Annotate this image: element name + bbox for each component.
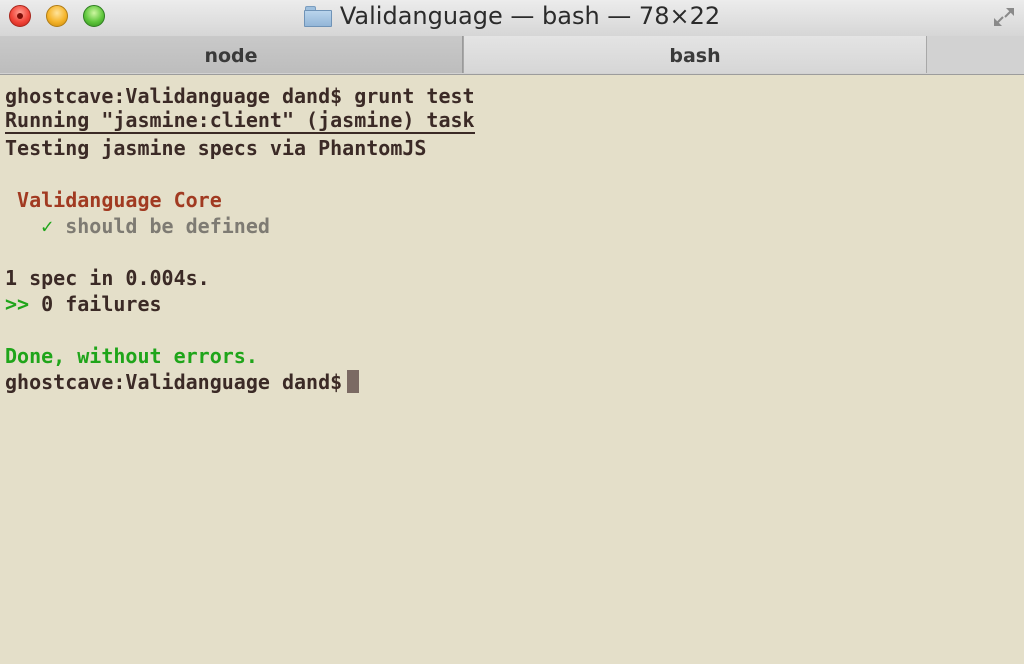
fullscreen-arrows-icon[interactable] bbox=[992, 6, 1016, 28]
command-line: ghostcave:Validanguage dand$ grunt test bbox=[5, 84, 475, 108]
text-cursor bbox=[347, 370, 360, 393]
tab-bash[interactable]: bash bbox=[463, 36, 927, 73]
suite-label: Validanguage Core bbox=[17, 188, 222, 212]
window-title: Validanguage — bash — 78×22 bbox=[0, 0, 1024, 34]
tab-bar: node bash bbox=[0, 36, 1024, 75]
summary-line: 1 spec in 0.004s. bbox=[5, 266, 210, 290]
checkmark-icon: ✓ bbox=[41, 214, 54, 238]
done-line: Done, without errors. bbox=[5, 344, 258, 368]
failures-label: 0 failures bbox=[41, 292, 162, 316]
failures-line: >> 0 failures bbox=[5, 291, 162, 317]
title-bar[interactable]: Validanguage — bash — 78×22 bbox=[0, 0, 1024, 37]
prompt-arrows: >> bbox=[5, 292, 30, 316]
tab-node[interactable]: node bbox=[0, 36, 463, 73]
terminal-output[interactable]: ghostcave:Validanguage dand$ grunt test … bbox=[0, 75, 1024, 664]
terminal-window: Validanguage — bash — 78×22 node bash gh… bbox=[0, 0, 1024, 664]
suite-name: Validanguage Core bbox=[5, 187, 222, 213]
prompt-line: ghostcave:Validanguage dand$ bbox=[5, 369, 360, 395]
testing-line: Testing jasmine specs via PhantomJS bbox=[5, 136, 427, 160]
window-title-text: Validanguage — bash — 78×22 bbox=[339, 2, 721, 30]
spec-label: should be defined bbox=[65, 214, 270, 238]
running-task-line: Running "jasmine:client" (jasmine) task bbox=[5, 108, 475, 134]
prompt-label: ghostcave:Validanguage dand$ bbox=[5, 370, 343, 394]
folder-icon bbox=[303, 6, 332, 27]
spec-line: ✓ should be defined bbox=[5, 213, 270, 239]
